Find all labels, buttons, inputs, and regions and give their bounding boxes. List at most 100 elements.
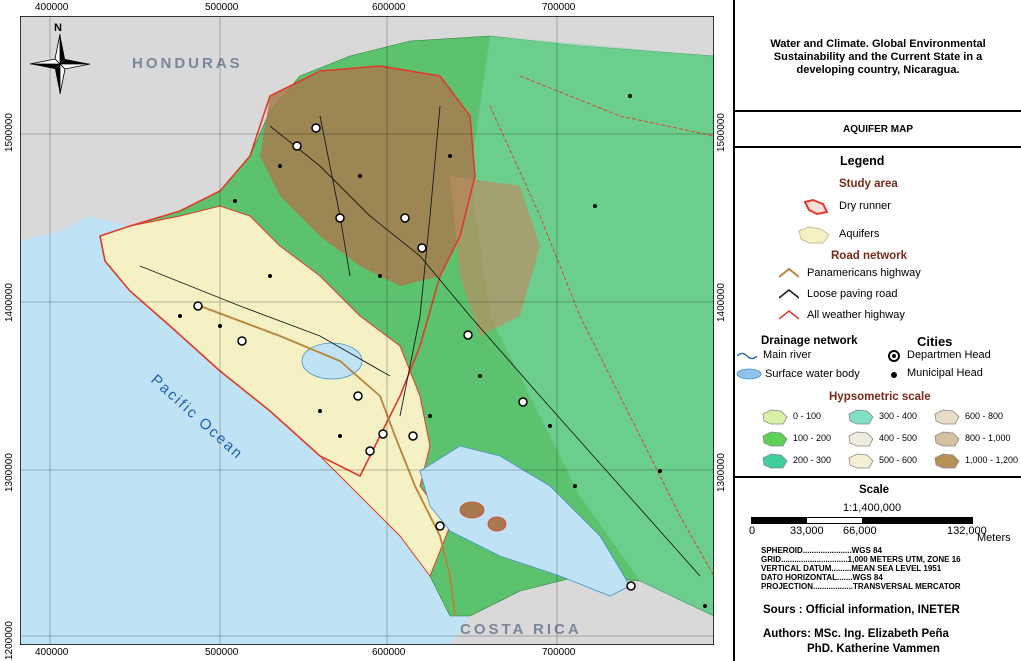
- x-tick-bottom: 500000: [205, 647, 239, 658]
- x-tick-top: 600000: [372, 2, 406, 13]
- drainage-heading: Drainage network: [761, 335, 858, 347]
- y-tick-left: 1500000: [4, 113, 15, 152]
- legend: Legend Study area Dry runner Aquifers Ro…: [735, 148, 1021, 478]
- muni-head-swatch: [891, 372, 897, 378]
- y-tick-left: 1300000: [4, 453, 15, 492]
- department-head: [292, 141, 302, 151]
- department-head: [417, 243, 427, 253]
- hypsometric-grid: 0 - 100 300 - 400 600 - 800 100 - 200 400 - …: [761, 408, 1021, 478]
- x-tick-top: 400000: [35, 2, 69, 13]
- hypsometric-label: 400 - 500: [879, 433, 918, 443]
- scale-tick: 66,000: [843, 525, 877, 537]
- department-head: [518, 397, 528, 407]
- projection-line: GRID..............................1,000 …: [761, 555, 961, 564]
- dry-runner-swatch: [803, 198, 829, 216]
- x-tick-bottom: 600000: [372, 647, 406, 658]
- hypsometric-label: 500 - 600: [879, 455, 918, 465]
- hypsometric-label: 600 - 800: [965, 411, 1004, 421]
- hypsometric-swatch: [762, 431, 788, 447]
- hypsometric-swatch: [934, 409, 960, 425]
- hypsometric-label: 1,000 - 1,200: [965, 455, 1019, 465]
- department-head: [463, 330, 473, 340]
- scale-unit: Meters: [977, 532, 1011, 544]
- hypsometric-swatch: [848, 409, 874, 425]
- scale-tick: 33,000: [790, 525, 824, 537]
- label-honduras: HONDURAS: [132, 55, 243, 72]
- x-tick-bottom: 700000: [542, 647, 576, 658]
- projection-line: DATO HORIZONTAL.......WGS 84: [761, 573, 883, 582]
- department-head: [311, 123, 321, 133]
- aquifer-swatch: [798, 226, 830, 244]
- island: [459, 501, 485, 519]
- muni-head-label: Municipal Head: [907, 367, 983, 379]
- hypsometric-swatch: [848, 453, 874, 469]
- x-tick-top: 700000: [542, 2, 576, 13]
- department-head: [365, 446, 375, 456]
- map-title: Water and Climate. Global Environmental …: [770, 38, 986, 76]
- hypsometric-label: 200 - 300: [793, 455, 832, 465]
- department-head: [626, 581, 636, 591]
- main-river-swatch: [737, 352, 758, 360]
- y-tick-right: 1500000: [716, 113, 727, 152]
- y-tick-left: 1400000: [4, 283, 15, 322]
- title-box: Water and Climate. Global Environmental …: [735, 0, 1021, 112]
- department-head: [435, 521, 445, 531]
- north-label: N: [54, 22, 62, 34]
- scale-bar: [751, 517, 973, 524]
- scale-ratio: 1:1,400,000: [843, 502, 902, 514]
- source-text: Sours : Official information, INETER: [763, 604, 960, 616]
- authors-line2: PhD. Katherine Vammen: [807, 643, 940, 655]
- subtitle-box: AQUIFER MAP: [735, 112, 1021, 148]
- panamerican-swatch: [779, 267, 799, 278]
- island: [487, 516, 507, 532]
- projection-info: SPHEROID......................WGS 84 GRI…: [761, 546, 961, 591]
- label-costa-rica: COSTA RICA: [460, 621, 582, 638]
- hypsometric-swatch: [934, 453, 960, 469]
- road-network-heading: Road network: [831, 250, 908, 262]
- projection-line: PROJECTION..................TRANSVERSAL …: [761, 582, 961, 591]
- authors-line1: Authors: MSc. Ing. Elizabeth Peña: [763, 628, 949, 640]
- map-subtitle: AQUIFER MAP: [843, 124, 913, 135]
- scale-tick: 0: [749, 525, 756, 537]
- hypsometric-heading: Hypsometric scale: [829, 391, 931, 403]
- hypsometric-label: 100 - 200: [793, 433, 832, 443]
- map-frame: 400000 500000 600000 700000 400000 50000…: [0, 0, 732, 661]
- hypsometric-label: 0 - 100: [793, 411, 822, 421]
- map-canvas[interactable]: HONDURAS COSTA RICA Pacific Ocean N: [20, 16, 714, 645]
- department-head: [400, 213, 410, 223]
- department-head: [335, 213, 345, 223]
- hypsometric-swatch: [762, 453, 788, 469]
- loose-paving-swatch: [779, 289, 799, 299]
- dry-runner-label: Dry runner: [839, 200, 891, 212]
- dept-head-swatch: [888, 350, 900, 362]
- legend-panel: Water and Climate. Global Environmental …: [733, 0, 1021, 661]
- cities-heading: Cities: [917, 334, 953, 349]
- scale-heading: Scale: [859, 484, 890, 496]
- legend-heading: Legend: [840, 154, 885, 168]
- main-river-label: Main river: [763, 349, 812, 361]
- hypsometric-swatch: [762, 409, 788, 425]
- hypsometric-label: 300 - 400: [879, 411, 918, 421]
- loose-paving-label: Loose paving road: [807, 288, 898, 300]
- y-tick-right: 1300000: [716, 453, 727, 492]
- department-head: [408, 431, 418, 441]
- department-head: [353, 391, 363, 401]
- hypsometric-swatch: [848, 431, 874, 447]
- surface-water-label: Surface water body: [765, 368, 860, 380]
- scale-box: Scale 1:1,400,000 0 33,000 66,000 132,00…: [735, 478, 1021, 661]
- surface-water-swatch: [736, 368, 762, 380]
- y-tick-right: 1400000: [716, 283, 727, 322]
- all-weather-swatch: [779, 310, 799, 320]
- x-tick-top: 500000: [205, 2, 239, 13]
- y-tick-left: 1200000: [4, 621, 15, 660]
- aquifers-label: Aquifers: [839, 228, 880, 240]
- dept-head-label: Departmen Head: [907, 349, 991, 361]
- department-head: [193, 301, 203, 311]
- x-tick-bottom: 400000: [35, 647, 69, 658]
- projection-line: SPHEROID......................WGS 84: [761, 546, 882, 555]
- study-area-heading: Study area: [839, 178, 898, 190]
- department-head: [378, 429, 388, 439]
- all-weather-label: All weather highway: [807, 309, 905, 321]
- projection-line: VERTICAL DATUM.........MEAN SEA LEVEL 19…: [761, 564, 942, 573]
- department-head: [237, 336, 247, 346]
